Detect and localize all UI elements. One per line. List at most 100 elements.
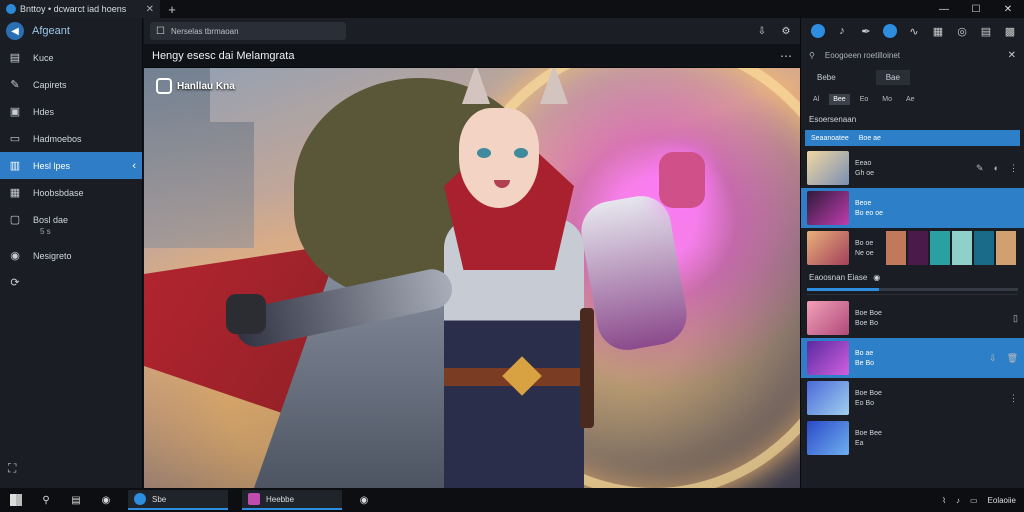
brand-logo-icon: ◀ [6,22,24,40]
right-panel-tabs: Bebe Bae [801,66,1024,88]
info-icon[interactable]: ◉ [873,273,880,282]
list-item-meta: Bo eo oe [855,209,884,217]
list-item[interactable]: Beoe Bo eo oe [801,188,1024,228]
download-icon[interactable]: ⇩ [989,353,997,364]
expand-icon[interactable]: ⛶ [8,461,16,476]
tab-title: Bnttoy • dcwarct iad hoens [20,4,127,14]
globe-icon[interactable] [881,22,899,40]
filter-chips: Al Bee Eo Mo Ae [801,88,1024,110]
wave-icon[interactable]: ∿ [905,22,923,40]
download-icon[interactable]: ⇩ [754,26,770,37]
right-search-input[interactable]: ⚲ Eoogoeen roetilloinet ✕ [801,44,1024,66]
sidebar-item-hdes[interactable]: ▣ Hdes [0,98,142,125]
play-icon[interactable]: ◐ [994,163,999,174]
highlight-bar[interactable]: Seaanoatee Boe ae [805,130,1020,146]
more-icon[interactable]: ⋮ [1009,163,1018,174]
clock-text[interactable]: Eolaoiie [988,496,1016,505]
sidebar-item-capirets[interactable]: ✎ Capirets [0,71,142,98]
artwork-fist-left [226,294,266,334]
start-button[interactable] [8,492,24,508]
sidebar-item-label: Capirets [33,79,67,90]
list-item-name: Boe Boe [855,389,882,397]
list-item-name: Bo ae [855,349,874,357]
list-item[interactable]: Boe Boe Boe Bo ▯ [801,298,1024,338]
list-item-name: Boe Boe [855,309,882,317]
chip-mo[interactable]: Mo [878,94,896,105]
sidebar: ◀ Afgeant ▤ Kuce ✎ Capirets ▣ Hdes ▭ Hadmoeb… [0,18,143,488]
browser-icon[interactable] [809,22,827,40]
section-title-text: Eaoosnan Eiase [809,272,868,282]
grid-icon[interactable]: ▦ [929,22,947,40]
main-toolbar: ☐ Nerselas tbrmaoan ⇩ ⚙ [144,18,800,44]
edit-icon[interactable]: ✎ [976,163,984,174]
layers-icon[interactable]: ▤ [977,22,995,40]
sidebar-item-kuce[interactable]: ▤ Kuce [0,44,142,71]
tab-bae[interactable]: Bae [875,69,910,85]
thumbnail [807,341,849,375]
thumbnail [807,151,849,185]
close-icon[interactable]: ✕ [1008,50,1016,61]
chat-icon[interactable]: ◉ [356,492,372,508]
sidebar-brand[interactable]: ◀ Afgeant [0,18,142,44]
trash-icon[interactable]: 🗑 [1007,353,1018,364]
browser-tab[interactable]: Bnttoy • dcwarct iad hoens ✕ [0,0,160,18]
taskbar-app-editor[interactable]: Heebbe [242,490,342,510]
chip-al[interactable]: Al [809,94,823,105]
main-search-input[interactable]: ☐ Nerselas tbrmaoan [150,22,346,40]
settings-icon[interactable]: ⚙ [778,26,794,37]
list-item[interactable]: Bo oe Ne oe [801,228,1024,268]
sidebar-item-hadmoebos[interactable]: ▭ Hadmoebos [0,125,142,152]
thumbnail [807,301,849,335]
sidebar-item-label: Hadmoebos [33,133,82,144]
gallery-icon: ▦ [9,187,21,199]
tab-bebe[interactable]: Bebe [817,73,836,82]
system-tray: ⌇ ♪ ▭ Eolaoiie [942,496,1024,505]
list-item[interactable]: Boe Bee Ea [801,418,1024,458]
highlight-bar-label: Seaanoatee [811,134,849,142]
sidebar-item-refresh[interactable]: ⟳ [0,269,142,296]
chip-bee[interactable]: Bee [829,93,850,105]
more-options-icon[interactable]: ⋯ [780,49,792,63]
chip-ae[interactable]: Ae [902,94,919,105]
sidebar-item-label: Bosl dae [33,214,69,225]
pen-icon[interactable]: ✒ [857,22,875,40]
refresh-icon: ⟳ [10,277,20,289]
search-icon[interactable]: ⚲ [38,492,54,508]
user-avatar[interactable]: ▩ [1001,22,1019,40]
close-tab-icon[interactable]: ✕ [146,4,154,15]
music-icon[interactable]: ♪ [833,22,851,40]
list-item[interactable]: Boe Boe Eo Bo ⋮ [801,378,1024,418]
maximize-button[interactable]: ☐ [960,4,992,15]
browser-icon [134,493,146,505]
wifi-icon[interactable]: ⌇ [942,496,946,505]
battery-icon[interactable]: ▭ [970,496,978,505]
list-item[interactable]: Eeao Gh oe ✎ ◐ ⋮ [801,148,1024,188]
progress-bar [807,288,1018,291]
list-item-name: Eeao [855,159,872,167]
record-icon[interactable]: ◎ [953,22,971,40]
new-tab-button[interactable]: + [160,2,184,17]
minimize-button[interactable]: — [928,4,960,15]
taskbar-app-browser[interactable]: Sbe [128,490,228,510]
color-swatches [885,231,1016,265]
pin-icon[interactable]: ▯ [1013,313,1018,324]
sidebar-item-nesigreto[interactable]: ◉ Nesigreto [0,242,142,269]
paint-icon: ◉ [10,250,20,262]
sidebar-item-hoobsbdase[interactable]: ▦ Hoobsbdase [0,179,142,206]
close-window-button[interactable]: ✕ [992,4,1024,15]
chip-eo[interactable]: Eo [856,94,873,105]
folder-icon[interactable]: ▤ [68,492,84,508]
browser-titlebar: Bnttoy • dcwarct iad hoens ✕ + — ☐ ✕ [0,0,1024,18]
artwork-eye-right [514,148,528,158]
artwork-canvas[interactable]: Hanllau Kna [144,68,800,488]
thumbnail [807,191,849,225]
sidebar-item-hesl-lpes[interactable]: ▥ Hesl lpes ‹ [0,152,142,179]
list-item-meta: Boe Bo [855,319,878,327]
canvas-title: Hengy esesc dai Melamgrata [152,49,295,62]
frame-icon: ▢ [9,214,21,226]
browser-icon[interactable]: ◉ [98,492,114,508]
more-icon[interactable]: ⋮ [1009,393,1018,404]
list-item[interactable]: Bo ae Be Bo ⇩ 🗑 [801,338,1024,378]
volume-icon[interactable]: ♪ [956,496,960,505]
folder-icon: ▭ [9,133,21,145]
